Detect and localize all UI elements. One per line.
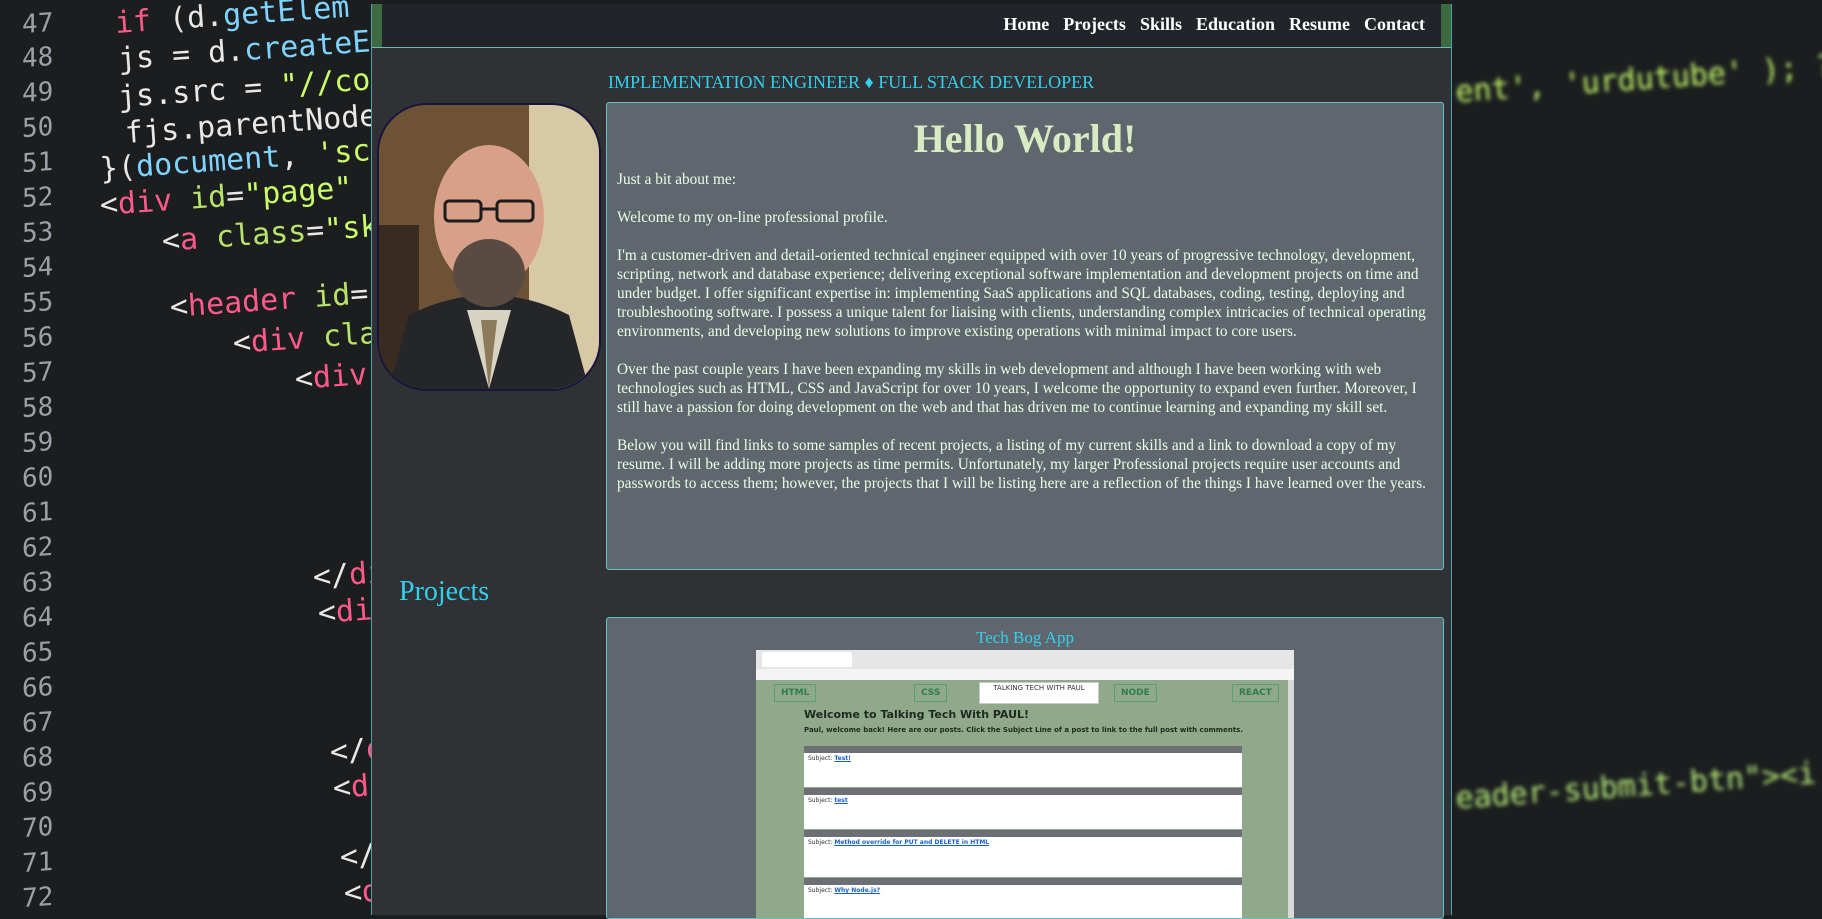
line-number: 59 xyxy=(22,426,54,460)
post-subject: Subject: Method override for PUT and DEL… xyxy=(808,839,990,846)
about-text: Just a bit about me: Welcome to my on-li… xyxy=(607,170,1443,493)
line-number: 58 xyxy=(22,391,54,425)
about-panel: Hello World! Just a bit about me: Welcom… xyxy=(606,102,1444,570)
nav-link-home[interactable]: Home xyxy=(1003,14,1049,35)
line-number-gutter: 47 48 49 50 51 52 53 54 55 56 57 58 59 6… xyxy=(0,0,90,915)
profile-photo-image xyxy=(379,105,599,389)
profile-photo xyxy=(377,103,601,391)
about-paragraph: Welcome to my on-line professional profi… xyxy=(617,209,888,226)
line-number: 64 xyxy=(22,601,54,635)
screenshot-post: Subject: Why Node.js? xyxy=(804,878,1242,918)
line-number: 69 xyxy=(22,776,54,810)
nav-link-skills[interactable]: Skills xyxy=(1140,14,1182,35)
line-number: 47 xyxy=(22,7,54,41)
line-number: 52 xyxy=(22,181,54,215)
screenshot-nav-button: NODE xyxy=(1114,684,1157,702)
browser-tab xyxy=(762,652,852,667)
line-number: 48 xyxy=(22,41,54,75)
nav-link-projects[interactable]: Projects xyxy=(1063,14,1126,35)
line-number: 62 xyxy=(22,531,54,565)
line-number: 51 xyxy=(22,146,54,180)
line-number: 63 xyxy=(22,566,54,600)
nav-link-resume[interactable]: Resume xyxy=(1289,14,1350,35)
navbar-accent xyxy=(372,4,382,47)
page-container: Home Projects Skills Education Resume Co… xyxy=(371,4,1452,919)
post-subject: Subject: Why Node.js? xyxy=(808,887,881,894)
line-number: 60 xyxy=(22,461,54,495)
line-number: 54 xyxy=(22,251,54,285)
code-decoration-right: ent', 'urdutube' ); ?></ xyxy=(1454,44,1822,111)
line-number: 71 xyxy=(22,846,54,880)
line-number: 55 xyxy=(22,286,54,320)
line-number: 68 xyxy=(22,741,54,775)
screenshot-scrollbar xyxy=(1288,680,1294,918)
nav-links: Home Projects Skills Education Resume Co… xyxy=(1003,14,1425,35)
screenshot-post: Subject: Test! xyxy=(804,746,1242,787)
screenshot-post: Subject: Method override for PUT and DEL… xyxy=(804,830,1242,877)
navbar: Home Projects Skills Education Resume Co… xyxy=(372,4,1451,48)
screenshot-logo: TALKING TECH WITH PAUL xyxy=(979,682,1099,704)
about-paragraph: Below you will find links to some sample… xyxy=(617,437,1426,492)
line-number: 72 xyxy=(22,881,54,915)
screenshot-post: Subject: test xyxy=(804,788,1242,829)
line-number: 53 xyxy=(22,216,54,250)
header-subtitle: IMPLEMENTATION ENGINEER ♦ FULL STACK DEV… xyxy=(608,72,1095,92)
nav-link-contact[interactable]: Contact xyxy=(1364,14,1425,35)
screenshot-subheading: Paul, welcome back! Here are our posts. … xyxy=(804,726,1243,734)
line-number: 61 xyxy=(22,496,54,530)
screenshot-heading: Welcome to Talking Tech With PAUL! xyxy=(804,708,1030,721)
about-paragraph: Just a bit about me: xyxy=(617,171,736,188)
post-subject: Subject: Test! xyxy=(808,755,851,762)
screenshot-nav-button: HTML xyxy=(774,684,817,702)
browser-address-bar xyxy=(756,669,1294,680)
about-paragraph: Over the past couple years I have been e… xyxy=(617,361,1417,416)
code-decoration-right: eader-submit-btn"><i class xyxy=(1454,756,1818,817)
post-subject: Subject: test xyxy=(808,797,848,804)
screenshot-nav-button: CSS xyxy=(914,684,948,702)
screenshot-nav: HTML CSS TALKING TECH WITH PAUL NODE REA… xyxy=(774,682,1279,704)
browser-tab-bar xyxy=(756,650,1294,670)
project-screenshot[interactable]: HTML CSS TALKING TECH WITH PAUL NODE REA… xyxy=(756,650,1294,918)
line-number: 50 xyxy=(22,111,54,145)
projects-heading: Projects xyxy=(399,576,490,607)
hello-heading: Hello World! xyxy=(913,116,1137,161)
line-number: 49 xyxy=(22,76,54,110)
line-number: 65 xyxy=(22,636,54,670)
line-number: 67 xyxy=(22,706,54,740)
line-number: 57 xyxy=(22,356,54,390)
code-decoration: <div xyxy=(293,357,369,397)
line-number: 70 xyxy=(22,811,54,845)
line-number: 66 xyxy=(22,671,54,705)
line-number: 56 xyxy=(22,321,54,355)
screenshot-nav-button: REACT xyxy=(1232,684,1279,702)
project-title-link[interactable]: Tech Bog App xyxy=(607,628,1443,648)
about-paragraph: I'm a customer-driven and detail-oriente… xyxy=(617,247,1426,340)
nav-link-education[interactable]: Education xyxy=(1196,14,1275,35)
project-card: Tech Bog App HTML CSS TALKING TECH WITH … xyxy=(606,617,1444,919)
navbar-accent xyxy=(1441,4,1451,47)
